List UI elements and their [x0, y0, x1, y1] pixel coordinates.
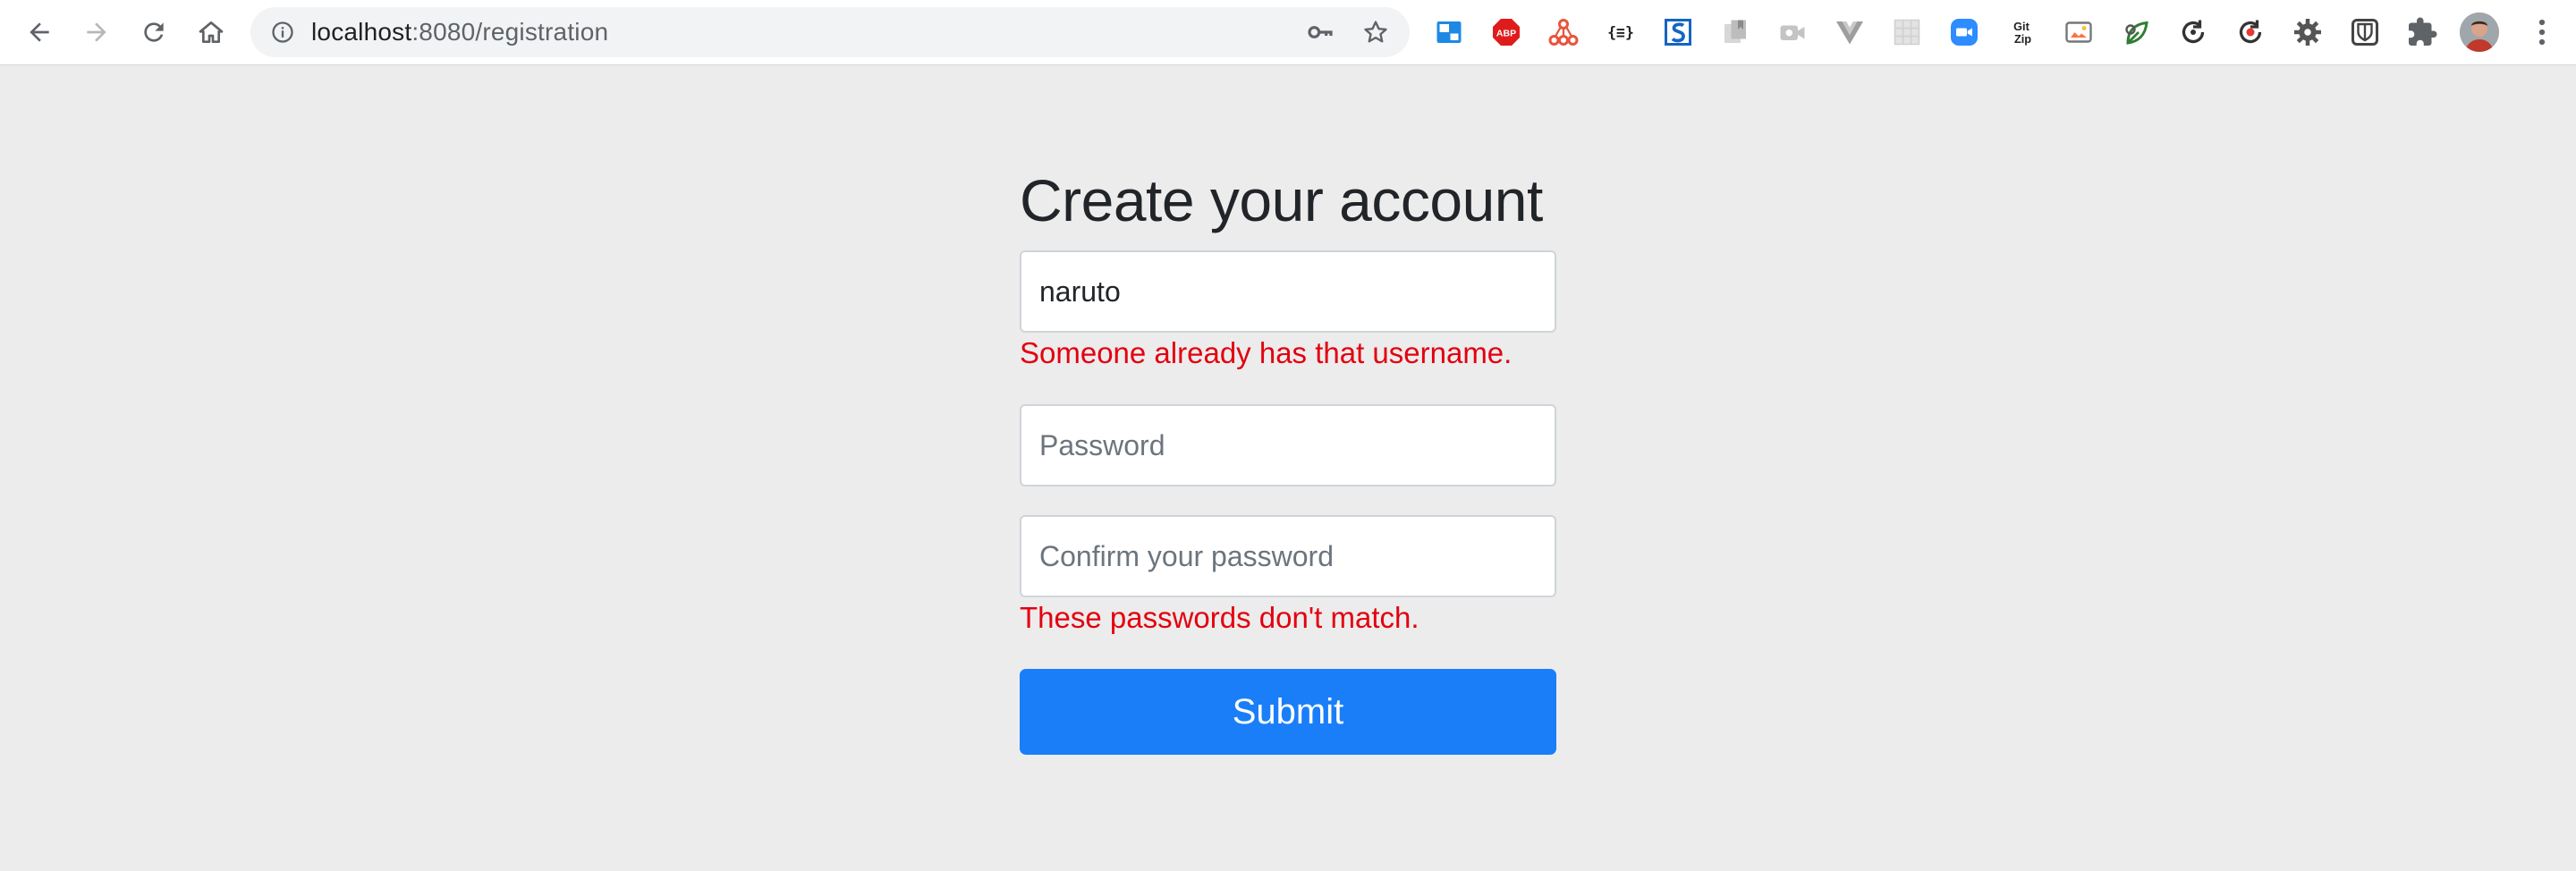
more-vertical-icon	[2538, 19, 2546, 46]
adblock-label: ABP	[1496, 29, 1516, 39]
reload-button[interactable]	[134, 13, 174, 52]
gitzip-bottom-label: Zip	[2014, 32, 2031, 46]
confirm-password-error: These passwords don't match.	[1020, 601, 1419, 634]
gitzip-top-label: Git	[2013, 20, 2029, 33]
extensions-puzzle-icon[interactable]	[2404, 14, 2440, 50]
json-viewer-icon[interactable]: {≡}	[1603, 14, 1639, 50]
url-host: localhost	[311, 18, 412, 46]
grid-icon[interactable]	[1889, 14, 1925, 50]
adblock-plus-icon[interactable]: ABP	[1488, 14, 1524, 50]
star-icon[interactable]	[1361, 18, 1390, 47]
url-path: :8080/registration	[411, 18, 609, 46]
s-extension-icon[interactable]	[1660, 14, 1696, 50]
browser-menu-button[interactable]	[2522, 13, 2562, 52]
person-icon	[2460, 13, 2499, 52]
screen-capture-icon[interactable]	[1775, 14, 1810, 50]
password-field[interactable]	[1020, 404, 1556, 486]
refresh-icon[interactable]	[2175, 14, 2211, 50]
address-bar[interactable]: localhost:8080/registration	[250, 7, 1410, 57]
forward-button[interactable]	[77, 13, 116, 52]
key-icon[interactable]	[1306, 18, 1335, 47]
url-text[interactable]: localhost:8080/registration	[311, 7, 608, 57]
vue-devtools-icon[interactable]	[1832, 14, 1868, 50]
bookmark-icon[interactable]	[1717, 14, 1753, 50]
profile-avatar[interactable]	[2460, 13, 2499, 52]
page-title: Create your account	[1020, 167, 1543, 233]
arrow-left-icon	[30, 22, 49, 42]
network-icon[interactable]	[1546, 14, 1581, 50]
info-icon[interactable]	[270, 20, 295, 45]
username-field[interactable]	[1020, 250, 1556, 333]
settings-icon[interactable]	[2290, 14, 2326, 50]
gitzip-icon[interactable]: Git Zip	[2004, 14, 2039, 50]
reload-icon	[144, 22, 164, 42]
zoom-icon[interactable]	[1946, 14, 1982, 50]
bitwarden-icon[interactable]	[2347, 14, 2383, 50]
username-error: Someone already has that username.	[1020, 336, 1513, 369]
back-button[interactable]	[20, 13, 59, 52]
record-icon[interactable]	[2233, 14, 2268, 50]
color-picker-icon[interactable]	[2061, 14, 2097, 50]
home-button[interactable]	[191, 13, 231, 52]
window-manager-icon[interactable]	[1431, 14, 1467, 50]
leaf-icon[interactable]	[2118, 14, 2154, 50]
confirm-password-field[interactable]	[1020, 515, 1556, 597]
arrow-right-icon	[87, 22, 106, 42]
browser-toolbar: localhost:8080/registration ABP {≡} Git …	[0, 0, 2576, 65]
home-icon	[199, 21, 224, 43]
json-viewer-label: {≡}	[1607, 24, 1634, 41]
submit-button[interactable]: Submit	[1020, 669, 1556, 755]
